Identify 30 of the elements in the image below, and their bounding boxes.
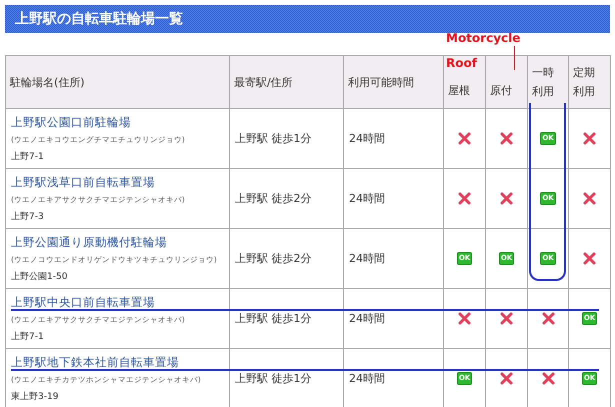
hours-text: 24時間 — [349, 132, 385, 145]
column-header: 定期利用 — [568, 56, 610, 108]
page-title: 上野駅の自転車駐輪場一覧 — [5, 5, 610, 33]
column-header: 利用可能時間 — [344, 56, 444, 108]
hours-text: 24時間 — [349, 372, 385, 385]
hours-text: 24時間 — [349, 252, 385, 265]
hours-text: 24時間 — [349, 192, 385, 205]
station-text: 上野駅 徒歩2分 — [235, 192, 312, 205]
address-text: 上野7-3 — [11, 210, 45, 222]
column-header: 駐輪場名(住所) — [6, 56, 230, 108]
address-text: 東上野3-19 — [11, 390, 60, 402]
column-header: 一時利用 — [528, 56, 568, 108]
address-text: 上野公園1-50 — [11, 270, 68, 282]
address-text: 上野7-1 — [11, 330, 45, 342]
parking-name-link[interactable]: 上野駅公園口前駐輪場 — [11, 114, 224, 130]
parking-name-link[interactable]: 上野公園通り原動機付駐輪場 — [11, 234, 224, 250]
column-header: 最寄駅/住所 — [230, 56, 344, 108]
station-text: 上野駅 徒歩1分 — [235, 132, 312, 145]
leader-line — [514, 46, 515, 70]
hours-text: 24時間 — [349, 312, 385, 325]
column-header: 原付 — [486, 56, 528, 108]
station-text: 上野駅 徒歩1分 — [235, 372, 312, 385]
station-text: 上野駅 徒歩2分 — [235, 252, 312, 265]
station-text: 上野駅 徒歩1分 — [235, 312, 312, 325]
address-text: 上野7-1 — [11, 150, 45, 162]
parking-name-link[interactable]: 上野駅浅草口前自転車置場 — [11, 174, 224, 190]
annotation-label: Motorcycle — [446, 31, 520, 45]
parking-name-link[interactable]: 上野駅地下鉄本社前自転車置場 — [11, 354, 224, 370]
parking-name-link[interactable]: 上野駅中央口前自転車置場 — [11, 294, 224, 310]
annotation-label: Roof — [446, 56, 477, 70]
